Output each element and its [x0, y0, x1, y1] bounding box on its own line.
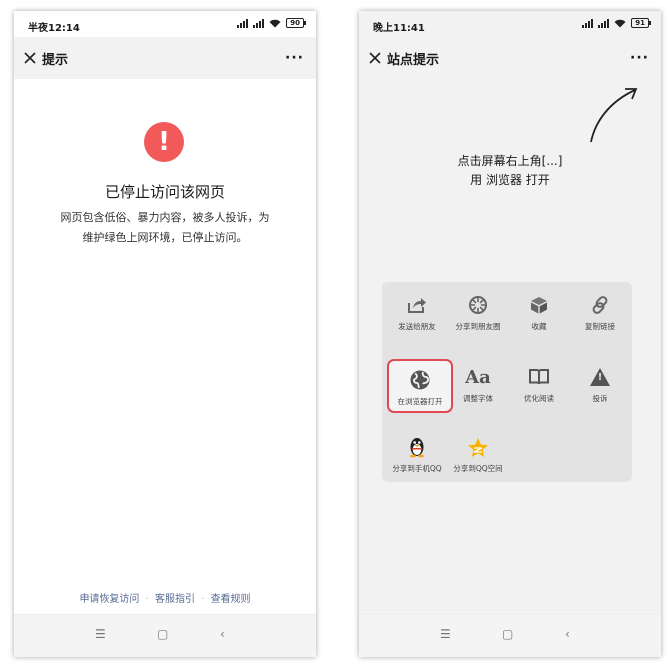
open-in-browser-hint: 点击屏幕右上角[...] 用 浏览器 打开 — [359, 152, 661, 190]
view-rules-link[interactable]: 查看规则 — [211, 594, 251, 605]
title-bar: 站点提示 ··· — [359, 37, 661, 79]
footer-links: 申请恢复访问 · 客服指引 · 查看规则 — [14, 590, 316, 605]
menu-item-label: 发送给朋友 — [398, 322, 436, 331]
description-line: 网页包含低俗、暴力内容，被多人投诉，为 — [60, 211, 270, 224]
globe-icon — [410, 370, 430, 390]
link-separator: · — [201, 594, 205, 605]
menu-item-report[interactable]: ! 投诉 — [569, 362, 631, 404]
home-icon[interactable]: ▢ — [502, 627, 513, 641]
back-icon[interactable]: ‹ — [565, 627, 570, 641]
menu-icon[interactable]: ☰ — [95, 627, 106, 641]
page-title: 站点提示 — [387, 53, 440, 68]
customer-service-link[interactable]: 客服指引 — [155, 594, 195, 605]
menu-item-label: 优化阅读 — [524, 394, 554, 403]
close-icon[interactable] — [367, 50, 383, 66]
menu-item-copy-link[interactable]: 复制链接 — [569, 290, 631, 332]
menu-item-share-qzone[interactable]: 分享到QQ空间 — [447, 432, 509, 474]
moments-icon — [469, 296, 487, 314]
warning-icon: ! — [569, 362, 631, 392]
appeal-link[interactable]: 申请恢复访问 — [79, 594, 139, 605]
page-title: 提示 — [42, 53, 69, 68]
link-icon — [592, 296, 608, 314]
link-separator: · — [145, 594, 149, 605]
menu-item-label: 分享到朋友圈 — [455, 322, 501, 331]
menu-item-open-in-browser[interactable]: 在浏览器打开 — [387, 359, 453, 413]
status-icons: 91 — [582, 18, 651, 28]
status-time: 晚上11:41 — [373, 23, 425, 34]
menu-item-label: 调整字体 — [463, 394, 493, 403]
menu-item-label: 分享到QQ空间 — [453, 464, 503, 473]
signal-icon — [253, 18, 265, 28]
wifi-icon — [269, 19, 281, 27]
back-icon[interactable]: ‹ — [220, 627, 225, 641]
warning-glyph: ! — [597, 372, 603, 383]
home-icon[interactable]: ▢ — [157, 627, 168, 641]
status-bar: 晚上11:41 91 — [359, 11, 661, 37]
book-icon — [529, 369, 549, 385]
menu-item-label: 在浏览器打开 — [397, 397, 443, 406]
more-options-button[interactable]: ··· — [630, 50, 649, 66]
share-menu-panel: 发送给朋友 分享到朋友圈 收藏 复制链接 在浏览器打开 Aa 调整字体 优化阅读 — [382, 282, 632, 482]
signal-icon — [582, 18, 594, 28]
menu-icon[interactable]: ☰ — [440, 627, 451, 641]
warning-icon: ! — [144, 122, 184, 162]
system-nav-bar: ☰ ▢ ‹ — [14, 614, 316, 657]
description-line: 维护绿色上网环境，已停止访问。 — [82, 231, 248, 244]
qzone-star-icon — [468, 437, 488, 457]
font-icon: Aa — [465, 366, 491, 388]
menu-item-share-moments[interactable]: 分享到朋友圈 — [447, 290, 509, 332]
system-nav-bar: ☰ ▢ ‹ — [359, 614, 661, 657]
blocked-heading: 已停止访问该网页 — [104, 183, 225, 201]
menu-item-adjust-font[interactable]: Aa 调整字体 — [447, 362, 509, 404]
battery-icon: 90 — [286, 18, 306, 28]
more-options-button[interactable]: ··· — [285, 50, 304, 66]
signal-icon — [598, 18, 610, 28]
signal-icon — [237, 18, 249, 28]
pointing-arrow-icon — [590, 88, 638, 143]
title-bar: 提示 ··· — [14, 37, 316, 79]
hint-line: 用 浏览器 打开 — [470, 173, 550, 187]
right-phone-screen: 晚上11:41 91 站点提示 ··· 点击屏幕右上角[...] 用 浏览器 打… — [359, 11, 661, 657]
menu-item-favorite[interactable]: 收藏 — [508, 290, 570, 332]
favorite-cube-icon — [531, 297, 547, 314]
menu-item-label: 收藏 — [531, 322, 547, 331]
wifi-icon — [614, 19, 626, 27]
status-icons: 90 — [237, 18, 306, 28]
menu-item-label: 复制链接 — [585, 322, 615, 331]
menu-item-label: 分享到手机QQ — [392, 464, 442, 473]
menu-item-label: 投诉 — [592, 394, 608, 403]
status-time: 半夜12:14 — [28, 23, 80, 34]
left-phone-screen: 半夜12:14 90 提示 ··· ! 已停止访问该网页 网页包含低俗、暴力内容… — [14, 11, 316, 657]
battery-icon: 91 — [631, 18, 651, 28]
menu-item-send-to-friend[interactable]: 发送给朋友 — [386, 290, 448, 332]
blocked-description: 网页包含低俗、暴力内容，被多人投诉，为 维护绿色上网环境，已停止访问。 — [36, 208, 294, 248]
status-bar: 半夜12:14 90 — [14, 11, 316, 37]
menu-item-share-qq[interactable]: 分享到手机QQ — [386, 432, 448, 474]
close-icon[interactable] — [22, 50, 38, 66]
hint-line: 点击屏幕右上角[...] — [457, 154, 563, 168]
menu-item-optimize-reading[interactable]: 优化阅读 — [508, 362, 570, 404]
share-icon — [408, 298, 426, 313]
qq-penguin-icon — [410, 438, 424, 458]
